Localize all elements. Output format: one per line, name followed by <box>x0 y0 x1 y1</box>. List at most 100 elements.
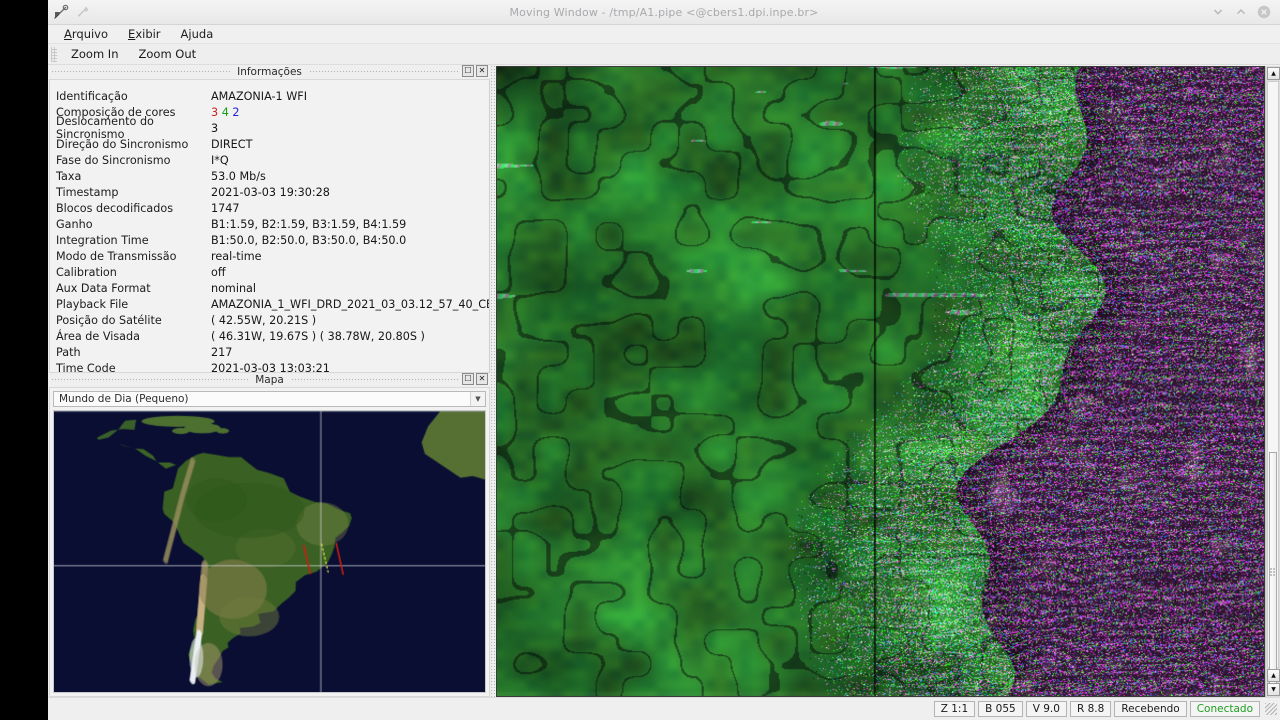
status-cell-zoom[interactable]: Z 1:1 <box>933 701 976 717</box>
info-row: Modo de Transmissão real-time <box>56 248 485 264</box>
toolbar: Zoom In Zoom Out <box>48 44 1280 65</box>
satellite-image-viewport[interactable] <box>496 66 1265 697</box>
info-panel-buttons: ☐ ✕ <box>459 65 488 77</box>
menu-item-arquivo[interactable]: AArquivorquivo <box>56 26 116 42</box>
application-window: Moving Window - /tmp/A1.pipe <@cbers1.dp… <box>48 0 1280 720</box>
info-row-key: Posição do Satélite <box>56 313 162 327</box>
menu-item-exibir[interactable]: Exibir <box>120 26 169 42</box>
info-row-key: Calibration <box>56 265 117 279</box>
info-row: Deslocamento do Sincronismo 3 <box>56 115 485 141</box>
info-row: Blocos decodificados 1747 <box>56 200 485 216</box>
color-band-blue: 2 <box>232 105 240 119</box>
toolbar-grip[interactable] <box>51 46 57 62</box>
status-cell-video[interactable]: V 9.0 <box>1025 701 1067 717</box>
info-row-value: AMAZONIA-1 WFI <box>211 89 308 103</box>
info-row: Posição do Satélite ( 42.55W, 20.21S ) <box>56 312 485 328</box>
title-bar: Moving Window - /tmp/A1.pipe <@cbers1.dp… <box>48 0 1280 25</box>
info-row: Ganho B1:1.59, B2:1.59, B3:1.59, B4:1.59 <box>56 216 485 232</box>
color-band-green: 4 <box>221 105 229 119</box>
close-panel-icon[interactable]: ✕ <box>476 373 488 385</box>
close-panel-icon[interactable]: ✕ <box>476 65 488 77</box>
info-row: Path 217 <box>56 344 485 360</box>
satellite-image <box>497 67 1264 696</box>
zoom-out-button[interactable]: Zoom Out <box>129 45 207 63</box>
scrollbar-thumb[interactable] <box>1269 452 1277 692</box>
left-dock: Informações ☐ ✕ Identificação AMAZONIA-1 … <box>48 65 490 697</box>
info-row-value: ( 46.31W, 19.67S ) ( 38.78W, 20.80S ) <box>211 329 425 343</box>
info-row: Timestamp 2021-03-03 19:30:28 <box>56 184 485 200</box>
info-row-key: Modo de Transmissão <box>56 249 177 263</box>
map-select-dropdown[interactable]: Mundo de Dia (Pequeno) ▼ <box>53 391 486 407</box>
arrow-up-icon[interactable]: ▲ <box>1267 67 1280 80</box>
info-row-value: real-time <box>211 249 262 263</box>
info-row-value: AMAZONIA_1_WFI_DRD_2021_03_03.12_57_40_C… <box>211 297 489 311</box>
status-cell-brightness[interactable]: B 055 <box>978 701 1023 717</box>
info-row-value: 217 <box>211 345 233 359</box>
info-row-value: 3 <box>211 121 219 135</box>
info-row: Integration Time B1:50.0, B2:50.0, B3:50.… <box>56 232 485 248</box>
body-split: Informações ☐ ✕ Identificação AMAZONIA-1 … <box>48 65 1280 697</box>
info-panel: Informações ☐ ✕ Identificação AMAZONIA-1 … <box>49 65 490 373</box>
chevron-up-icon[interactable] <box>1234 5 1248 19</box>
title-bar-icons <box>48 4 91 20</box>
info-row-key: Integration Time <box>56 233 149 247</box>
float-panel-icon[interactable]: ☐ <box>462 373 474 385</box>
map-body: Mundo de Dia (Pequeno) ▼ <box>49 387 490 697</box>
info-row-value: 2021-03-03 13:03:21 <box>211 361 330 373</box>
pin-icon[interactable] <box>75 4 91 20</box>
info-row-key: Ganho <box>56 217 93 231</box>
info-row-value: nominal <box>211 281 256 295</box>
info-row-key: Fase do Sincronismo <box>56 153 171 167</box>
info-row: Taxa 53.0 Mb/s <box>56 168 485 184</box>
menu-bar: AArquivorquivo Exibir Ajuda <box>48 25 1280 44</box>
map-select-value: Mundo de Dia (Pequeno) <box>59 393 189 405</box>
info-panel-titlebar[interactable]: Informações ☐ ✕ <box>49 65 490 79</box>
world-map-canvas[interactable] <box>53 410 486 693</box>
info-row-key: Área de Visada <box>56 329 140 343</box>
arrow-up-icon[interactable]: ▲ <box>1267 669 1280 682</box>
close-icon[interactable] <box>1257 5 1271 19</box>
map-panel: Mapa ☐ ✕ Mundo de Dia (Pequeno) ▼ <box>49 373 490 697</box>
chevron-down-icon[interactable]: ▼ <box>470 392 485 406</box>
info-panel-title: Informações <box>230 66 309 78</box>
image-area: ▲ ▲ ▼ <box>496 65 1280 697</box>
status-cell-reception[interactable]: Recebendo <box>1114 701 1187 717</box>
float-panel-icon[interactable]: ☐ <box>462 65 474 77</box>
world-map-image <box>54 411 485 692</box>
chevron-down-icon[interactable] <box>1211 5 1225 19</box>
info-row: Calibration off <box>56 264 485 280</box>
resize-grip-icon[interactable] <box>1265 703 1277 715</box>
info-row-value: 2021-03-03 19:30:28 <box>211 185 330 199</box>
info-row-value: 3 4 2 <box>211 106 240 119</box>
map-panel-titlebar[interactable]: Mapa ☐ ✕ <box>49 373 490 387</box>
status-cell-connection[interactable]: Conectado <box>1189 701 1260 717</box>
info-row-key: Timestamp <box>56 185 119 199</box>
menu-item-ajuda[interactable]: Ajuda <box>173 26 222 42</box>
status-cell-rate[interactable]: R 8.8 <box>1069 701 1112 717</box>
info-row-value: B1:50.0, B2:50.0, B3:50.0, B4:50.0 <box>211 233 407 247</box>
info-row-value: 1747 <box>211 201 240 215</box>
info-row-value: B1:1.59, B2:1.59, B3:1.59, B4:1.59 <box>211 217 407 231</box>
info-row-key: Time Code <box>56 361 116 373</box>
info-row-key: Direção do Sincronismo <box>56 137 189 151</box>
window-controls <box>1211 5 1280 19</box>
zoom-in-button[interactable]: Zoom In <box>61 45 129 63</box>
scrollbar-trough[interactable] <box>1267 81 1279 692</box>
vertical-scrollbar[interactable]: ▲ ▲ ▼ <box>1265 66 1280 697</box>
info-row-key: Taxa <box>56 169 82 183</box>
arrow-down-icon[interactable]: ▼ <box>1267 683 1280 696</box>
info-row-value: 53.0 Mb/s <box>211 169 266 183</box>
image-row: ▲ ▲ ▼ <box>496 66 1280 697</box>
info-row-value: DIRECT <box>211 137 253 151</box>
info-rows: Identificação AMAZONIA-1 WFI Composição de… <box>49 79 490 373</box>
info-row-key: Blocos decodificados <box>56 201 174 215</box>
info-row-value: I*Q <box>211 153 229 167</box>
info-row: Time Code 2021-03-03 13:03:21 <box>56 360 485 373</box>
info-row: Fase do Sincronismo I*Q <box>56 152 485 168</box>
status-bar: Z 1:1 B 055 V 9.0 R 8.8 Recebendo Conectado <box>48 697 1280 720</box>
info-row-key: Playback File <box>56 297 129 311</box>
info-row: Direção do Sincronismo DIRECT <box>56 136 485 152</box>
color-band-red: 3 <box>211 105 219 119</box>
info-row-key: Path <box>56 345 81 359</box>
info-row: Aux Data Format nominal <box>56 280 485 296</box>
